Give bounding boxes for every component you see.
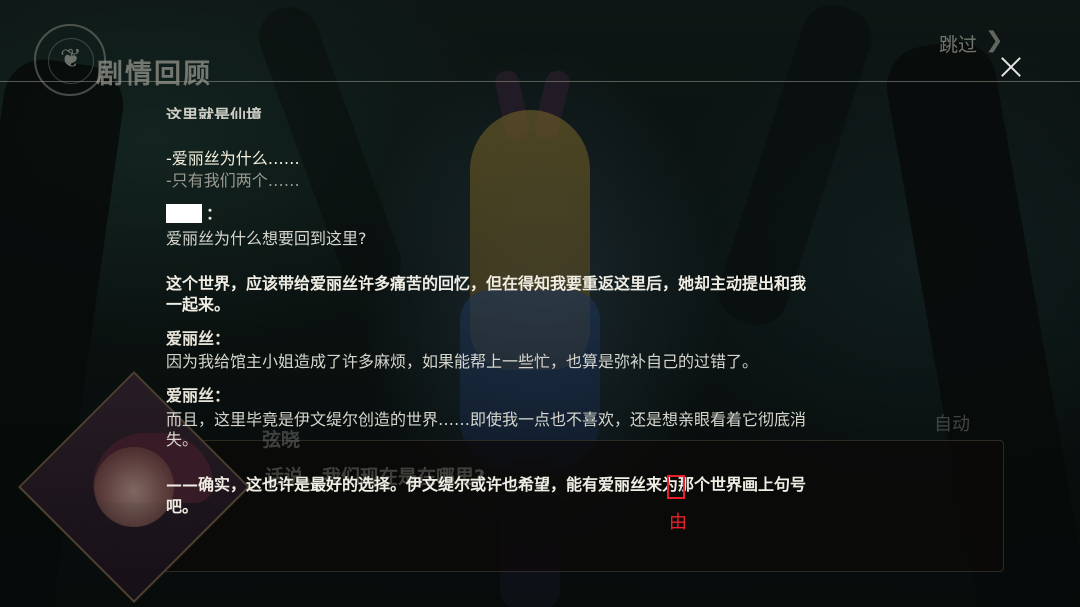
log-line: 因为我给馆主小姐造成了许多麻烦，如果能帮上一些忙，也算是弥补自己的过错了。 <box>166 352 759 371</box>
speaker-colon: ： <box>206 204 223 223</box>
log-line: 而且，这里毕竟是伊文缇尔创造的世界……即使我一点也不喜欢，还是想亲眼看着它彻底消 <box>166 410 807 429</box>
header-divider <box>0 81 1080 82</box>
story-log[interactable]: 这里就是仙境 -爱丽丝为什么…… -只有我们两个…… ： 爱丽丝为什么想要回到这… <box>166 100 956 540</box>
choice-selected: -爱丽丝为什么…… <box>166 149 300 168</box>
correction-text: 由 <box>669 512 687 533</box>
speaker-name: 爱丽丝： <box>166 329 231 348</box>
log-line: 失。 <box>166 430 199 449</box>
page-title: 剧情回顾 <box>96 59 212 90</box>
log-line: 爱丽丝为什么想要回到这里? <box>166 229 367 248</box>
skip-button[interactable]: 跳过 <box>939 30 977 57</box>
narration-line: 这个世界，应该带给爱丽丝许多痛苦的回忆，但在得知我要重返这里后，她却主动提出和我 <box>166 274 807 293</box>
skip-arrow-icon[interactable]: ❯ <box>985 28 1003 53</box>
emblem-glyph: ❦ <box>60 44 82 74</box>
close-icon[interactable] <box>996 52 1026 82</box>
log-line-cut: 这里就是仙境 <box>166 106 263 119</box>
redacted-name <box>166 204 202 223</box>
speaker-name: 爱丽丝： <box>166 386 231 405</box>
narration-line: 吧。 <box>166 497 199 516</box>
game-scene: 弦晓 话说，我们现在是在哪里? 自动 ❦ 剧情回顾 跳过 ❯ 这里就是仙境 -爱… <box>0 0 1080 607</box>
narration-line: 一起来。 <box>166 295 231 314</box>
error-highlight-box <box>667 475 685 499</box>
choice-other: -只有我们两个…… <box>166 171 300 190</box>
review-header: ❦ 剧情回顾 跳过 ❯ <box>0 0 1080 96</box>
narration-line: ——确实，这也许是最好的选择。伊文缇尔或许也希望，能有爱丽丝来为那个世界画上句号 <box>166 475 807 494</box>
